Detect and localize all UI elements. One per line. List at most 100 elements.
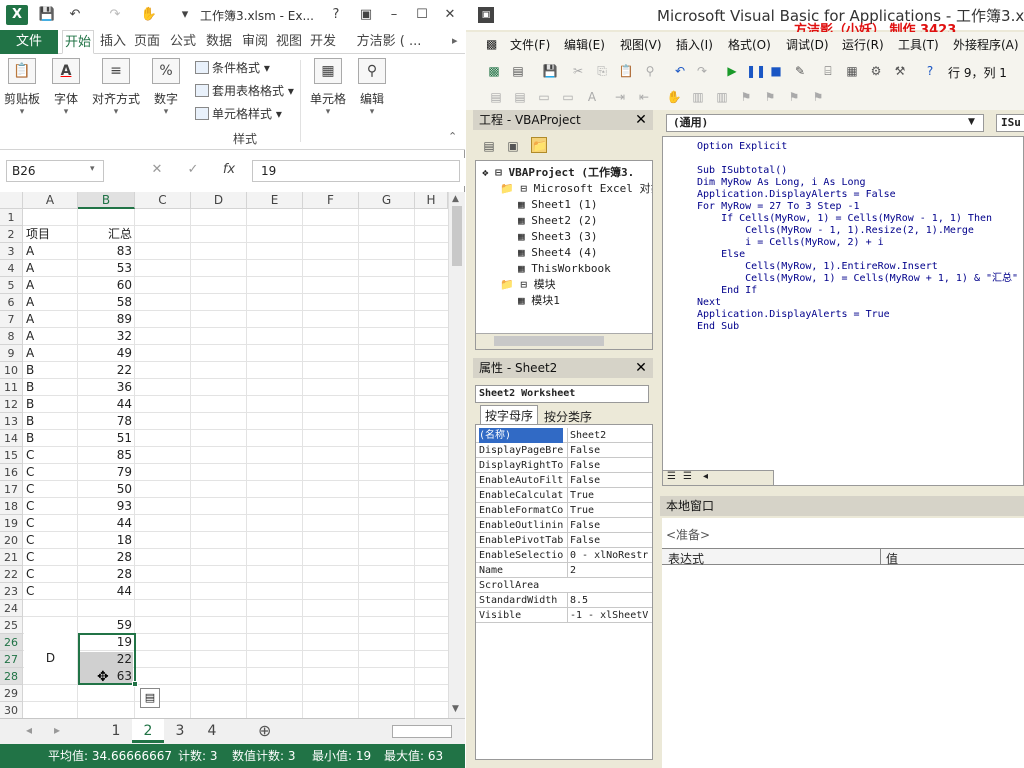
menu-format[interactable]: 格式(O) [728,36,771,53]
cell-B25[interactable]: 59 [79,617,135,634]
select-all-corner[interactable] [0,192,23,209]
menu-debug[interactable]: 调试(D) [786,36,829,53]
project-tree[interactable]: ❖ ⊟ VBAProject (工作簿3. 📁 ⊟ Microsoft Excel… [475,160,653,350]
property-row-9[interactable]: Name 2 [476,563,652,578]
cell-A22[interactable]: C [24,566,78,583]
cell-B5[interactable]: 60 [79,277,135,294]
tree-node-4[interactable]: ▦ Sheet3 (3) [518,229,597,245]
row-header-23[interactable]: 23 [0,583,23,600]
row-header-28[interactable]: 28 [0,668,23,685]
vertical-scrollbar[interactable]: ▲ ▼ [448,192,465,718]
row-header-15[interactable]: 15 [0,447,23,464]
save-icon[interactable]: 💾 [542,63,558,79]
row-header-26[interactable]: 26 [0,634,23,651]
horizontal-scrollbar[interactable] [392,725,452,738]
row-header-3[interactable]: 3 [0,243,23,260]
row-header-22[interactable]: 22 [0,566,23,583]
cell-B16[interactable]: 79 [79,464,135,481]
row-header-8[interactable]: 8 [0,328,23,345]
row-header-13[interactable]: 13 [0,413,23,430]
complete-word-icon[interactable]: A [584,89,600,105]
reset-icon[interactable]: ■ [768,63,784,79]
toggle-bookmark-icon[interactable]: ⚑ [738,89,754,105]
sheet-tab-4[interactable]: 4 [196,719,228,743]
redo-icon[interactable]: ↷ [694,63,710,79]
column-header-A[interactable]: A [23,192,78,209]
column-header-B[interactable]: B [78,192,135,209]
code-line-14[interactable]: Next [697,297,721,309]
property-value[interactable]: False [567,518,652,533]
tree-node-6[interactable]: ▦ ThisWorkbook [518,261,611,277]
column-header-G[interactable]: G [359,192,415,209]
view-excel-icon[interactable]: ▩ [486,63,502,79]
tab-view[interactable]: 视图 [274,30,304,54]
paste-icon[interactable]: 📋 [618,63,634,79]
code-line-6[interactable]: For MyRow = 27 To 3 Step -1 [697,201,860,213]
cell-B7[interactable]: 89 [79,311,135,328]
menu-view[interactable]: 视图(V) [620,36,662,53]
cell-A11[interactable]: B [24,379,78,396]
cell-style-button[interactable]: 单元格样式 ▾ [195,104,282,124]
procedure-view-icon[interactable]: ☰ [667,471,676,482]
insert-module-icon[interactable]: ▤ [510,63,526,79]
property-value[interactable]: False [567,458,652,473]
excel-view-icon[interactable]: ▩ [486,37,497,51]
cell-A9[interactable]: A [24,345,78,362]
cell-B22[interactable]: 28 [79,566,135,583]
menu-addins[interactable]: 外接程序(A) [953,36,1019,53]
property-row-11[interactable]: StandardWidth 8.5 [476,593,652,608]
cell-B2[interactable]: 汇总 [79,226,135,243]
clear-bookmarks-icon[interactable]: ⚑ [810,89,826,105]
property-row-12[interactable]: Visible -1 - xlSheetV [476,608,652,623]
code-line-3[interactable]: Sub ISubtotal() [697,165,787,177]
name-box-dropdown-icon[interactable]: ▾ [90,164,95,174]
row-header-6[interactable]: 6 [0,294,23,311]
cell-B12[interactable]: 44 [79,396,135,413]
row-header-30[interactable]: 30 [0,702,23,718]
collapse-ribbon-icon[interactable]: ⌃ [448,130,457,143]
quick-info-icon[interactable]: ▭ [536,89,552,105]
row-header-10[interactable]: 10 [0,362,23,379]
code-hscroll[interactable]: ☰ ☰ ◂ [662,470,774,486]
cell-B10[interactable]: 22 [79,362,135,379]
design-mode-icon[interactable]: ✎ [792,63,808,79]
tab-formulas[interactable]: 公式 [168,30,198,54]
customize-qat-icon[interactable]: ▾ [176,6,194,24]
comment-block-icon[interactable]: ▥ [690,89,706,105]
cell-A10[interactable]: B [24,362,78,379]
object-combo[interactable]: (通用) [666,114,984,132]
menu-edit[interactable]: 编辑(E) [564,36,605,53]
column-header-D[interactable]: D [191,192,247,209]
cell-A17[interactable]: C [24,481,78,498]
cell-A15[interactable]: C [24,447,78,464]
column-header-F[interactable]: F [303,192,359,209]
copy-icon[interactable]: ⎘ [594,63,610,79]
help-icon[interactable]: ? [922,63,938,79]
tree-node-1[interactable]: 📁 ⊟ Microsoft Excel 对象 [500,181,652,197]
cell-B18[interactable]: 93 [79,498,135,515]
row-header-21[interactable]: 21 [0,549,23,566]
cell-A6[interactable]: A [24,294,78,311]
properties-icon[interactable]: ▦ [844,63,860,79]
cell-B20[interactable]: 18 [79,532,135,549]
column-header-E[interactable]: E [247,192,303,209]
cell-A3[interactable]: A [24,243,78,260]
view-object-icon[interactable]: ▣ [505,138,521,154]
code-line-15[interactable]: Application.DisplayAlerts = True [697,309,890,321]
tabs-scroll-right-icon[interactable]: ▸ [452,34,458,47]
cell-B4[interactable]: 53 [79,260,135,277]
cell-B3[interactable]: 83 [79,243,135,260]
toolbox-icon[interactable]: ⚒ [892,63,908,79]
cell-A8[interactable]: A [24,328,78,345]
code-line-12[interactable]: Cells(MyRow, 1) = Cells(MyRow + 1, 1) & … [697,273,1018,285]
close-project-pane-icon[interactable]: ✕ [633,112,649,128]
prev-bookmark-icon[interactable]: ⚑ [786,89,802,105]
alignment-group[interactable]: ≡ 对齐方式 ▾ [88,58,144,117]
cell-B6[interactable]: 58 [79,294,135,311]
property-row-3[interactable]: EnableAutoFilt False [476,473,652,488]
tree-hscroll-thumb[interactable] [494,336,604,346]
tree-node-0[interactable]: ❖ ⊟ VBAProject (工作簿3. [482,165,634,181]
cell-B11[interactable]: 36 [79,379,135,396]
property-row-8[interactable]: EnableSelectio 0 - xlNoRestr [476,548,652,563]
cell-A12[interactable]: B [24,396,78,413]
